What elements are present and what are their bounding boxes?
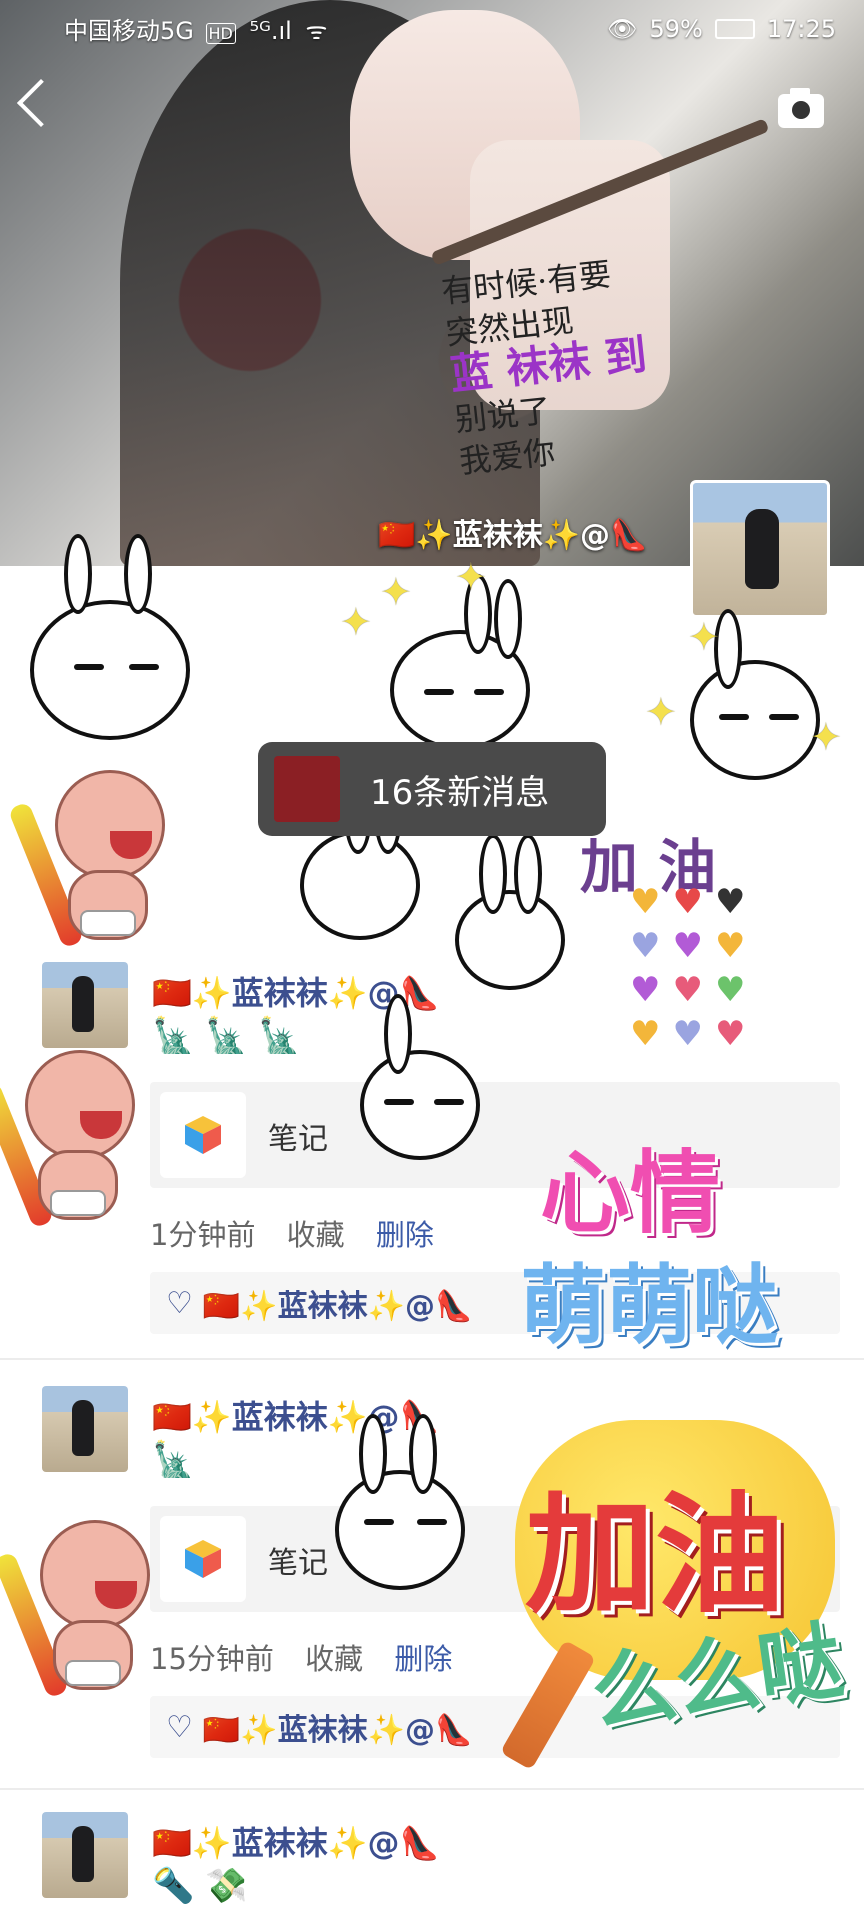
note-app-icon [160,1092,246,1178]
delete-button[interactable]: 删除 [376,1218,434,1252]
status-left: 中国移动5G HD ⁵ᴳ.ıl ᯤ [64,11,607,47]
camera-icon[interactable] [778,88,824,128]
post-meta: 1分钟前 收藏 删除 [150,1212,456,1254]
post-meta: 15分钟前 收藏 删除 [150,1636,474,1678]
bunny-ear [409,1414,437,1494]
baby-mouth [80,1111,122,1139]
baby-sticker [0,1520,155,1699]
post-emojis: 🗽 [152,1440,195,1480]
post-emojis: 🗽 🗽 🗽 [152,1016,301,1056]
profile-name: 🇨🇳✨蓝袜袜✨@👠 [378,518,648,553]
collect-button[interactable]: 收藏 [305,1642,363,1676]
xinqing-sticker: 心情 [540,1141,720,1246]
hd-badge: HD [205,23,236,44]
post-time: 1分钟前 [150,1218,256,1252]
baby-mouth [110,831,152,859]
post-author[interactable]: 🇨🇳✨蓝袜袜✨@👠 [152,1392,439,1438]
baby-sticker [0,1050,140,1229]
bunny-ear [384,994,412,1074]
cube-icon [185,1116,221,1154]
bunny-eye [384,1099,414,1105]
sparkle-icon: ✦ [455,555,487,599]
note-card-label: 笔记 [268,1122,328,1157]
bunny-ear [514,834,542,914]
battery-level: 59% [649,15,703,43]
moment-post: 🇨🇳✨蓝袜袜✨@👠 🔦 💸 [0,1800,864,1920]
delete-button[interactable]: 删除 [394,1642,452,1676]
post-avatar[interactable] [42,1386,128,1472]
note-app-icon [160,1516,246,1602]
bunny-sticker-huff [335,1414,465,1590]
bunny-eye [719,714,749,720]
post-avatar[interactable] [42,1812,128,1898]
baby-head [55,770,165,880]
bunny-eye [417,1519,447,1525]
eye-icon: 👁 [607,15,638,43]
bunny-ear [64,534,92,614]
signal-icon: ⁵ᴳ.ıl [249,17,292,45]
clock: 17:25 [766,15,836,43]
bunny-sticker-cleaver [360,994,480,1160]
baby-head [25,1050,135,1160]
cube-icon [185,1540,221,1578]
post-time: 15分钟前 [150,1642,274,1676]
sparkle-icon: ✦ [380,570,412,614]
bunny-sticker-looking-up [455,834,565,990]
bunny-ear [494,579,522,659]
profile-avatar[interactable] [690,480,830,618]
heart-outline-icon: ♡ [166,1709,193,1745]
baby-head [40,1520,150,1630]
bunny-sticker-eating [300,774,420,940]
bunny-eye [424,689,454,695]
bunny-sticker-cheer [690,609,820,780]
sparkle-icon: ✦ [688,615,720,659]
new-messages-toast[interactable]: 16条新消息 [258,742,606,836]
wifi-icon: ᯤ [305,17,328,45]
note-card-label: 笔记 [268,1546,328,1581]
status-right: 👁 59% 17:25 [607,15,836,43]
bunny-eye [434,1099,464,1105]
status-bar: 中国移动5G HD ⁵ᴳ.ıl ᯤ 👁 59% 17:25 [0,0,864,58]
mengmengda-sticker: 萌萌哒 [520,1256,778,1356]
bunny-ear [359,1414,387,1494]
bunny-sticker-dancing [390,574,530,750]
like-user[interactable]: 🇨🇳✨蓝袜袜✨@👠 [203,1281,472,1325]
sparkle-icon: ✦ [810,715,842,759]
hearts-sticker: ♥♥♥ ♥♥♥ ♥♥♥ ♥♥♥ [630,882,758,1054]
post-emojis: 🔦 💸 [152,1866,248,1906]
collect-button[interactable]: 收藏 [287,1218,345,1252]
bunny-eye [129,664,159,670]
bunny-eye [474,689,504,695]
baby-diaper [65,1660,121,1686]
sparkle-icon: ✦ [645,690,677,734]
like-user[interactable]: 🇨🇳✨蓝袜袜✨@👠 [203,1705,472,1749]
bunny-eye [769,714,799,720]
bunny-eye [74,664,104,670]
baby-diaper [80,910,136,936]
toast-avatar [274,756,340,822]
toast-text: 16条新消息 [370,772,550,813]
bunny-eye [364,1519,394,1525]
bunny-sticker-salute [30,534,190,740]
bunny-ear [479,834,507,914]
carrier-text: 中国移动5G [64,17,194,45]
cover-poem: 有时候·有要 突然出现 蓝 袜袜 到 别说了 我爱你 [439,250,657,482]
baby-diaper [50,1190,106,1216]
battery-icon [714,19,755,39]
heart-outline-icon: ♡ [166,1285,193,1321]
post-author[interactable]: 🇨🇳✨蓝袜袜✨@👠 [152,1818,439,1864]
post-avatar[interactable] [42,962,128,1048]
bunny-ear [124,534,152,614]
baby-mouth [95,1581,137,1609]
sparkle-icon: ✦ [340,600,372,644]
baby-sticker [7,770,170,949]
